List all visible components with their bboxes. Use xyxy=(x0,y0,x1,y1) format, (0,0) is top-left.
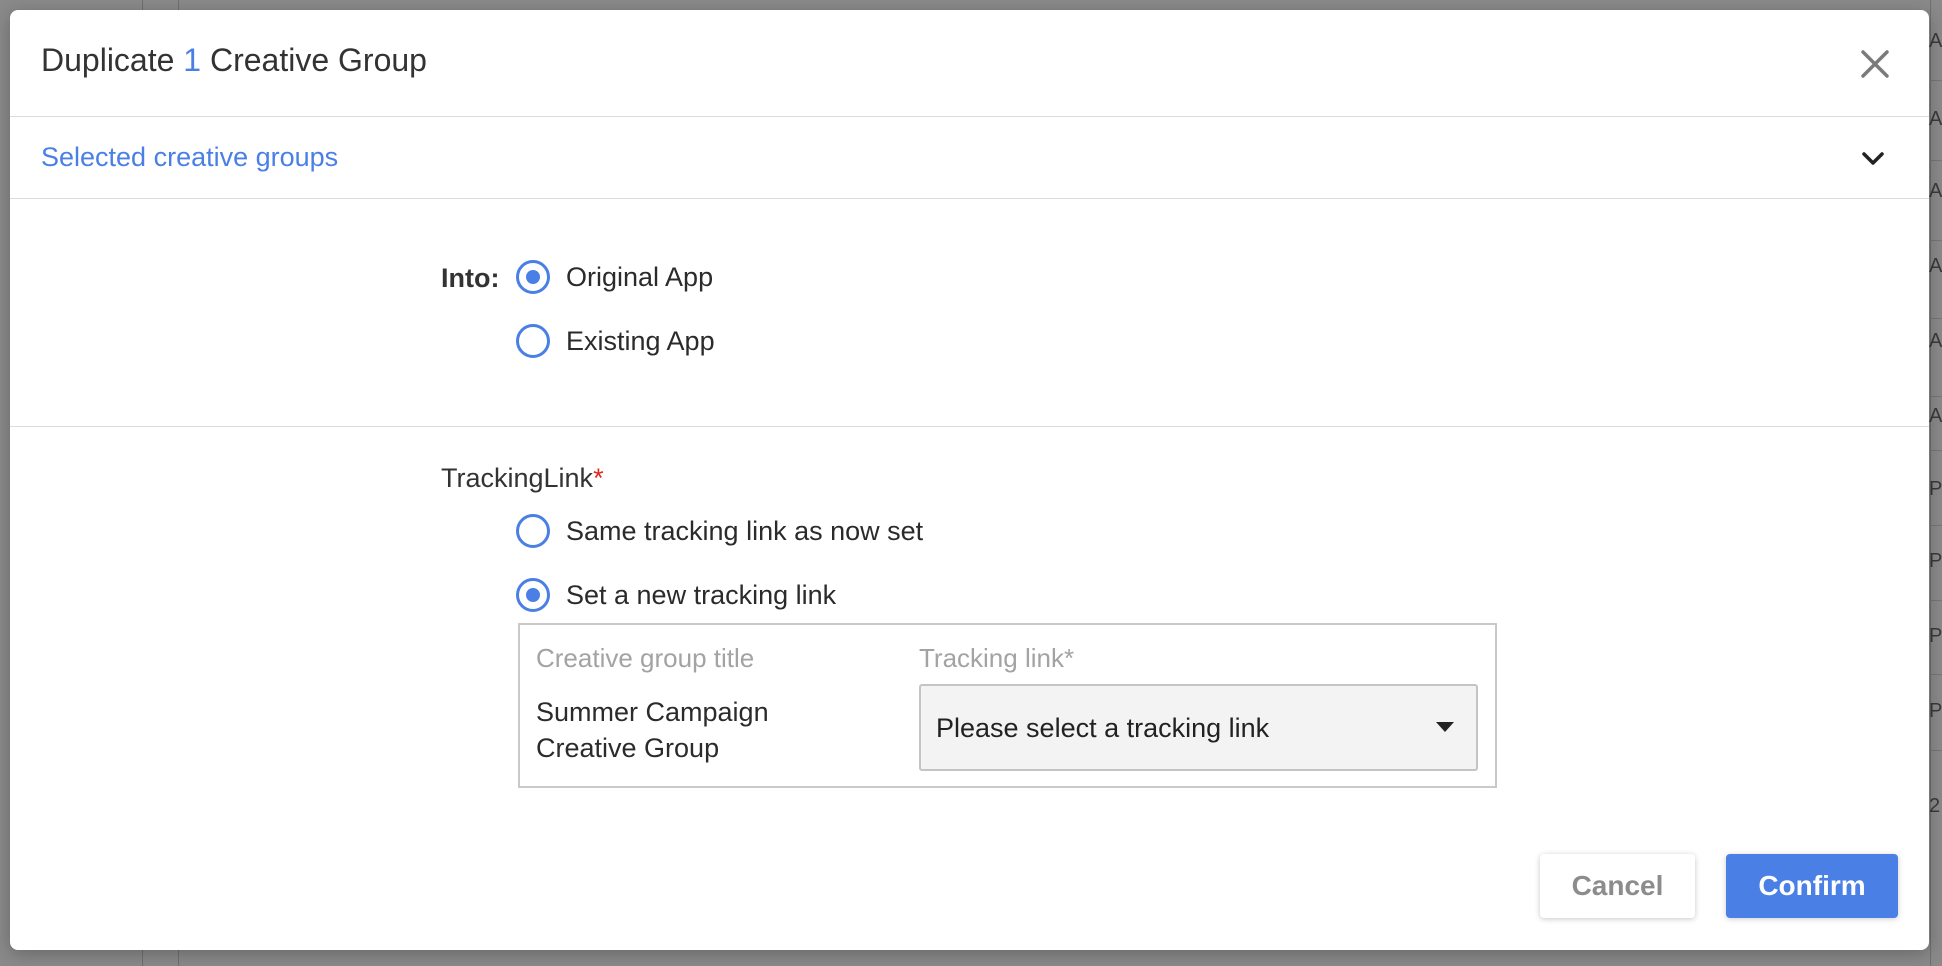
background-cell: Al xyxy=(1929,30,1942,52)
radio-label: Original App xyxy=(566,261,714,292)
background-cell: P xyxy=(1929,550,1942,572)
background-row-line xyxy=(1930,674,1942,675)
radio-existing-app[interactable]: Existing App xyxy=(516,319,715,363)
radio-button[interactable] xyxy=(516,324,550,358)
into-section: Into: Original App Existing App xyxy=(10,199,1929,427)
background-cell: A xyxy=(1929,255,1942,277)
tracking-link-select[interactable]: Please select a tracking link xyxy=(919,684,1478,771)
radio-label: Same tracking link as now set xyxy=(566,515,924,546)
tracking-link-label-text: TrackingLink xyxy=(441,463,594,493)
chevron-down-icon xyxy=(1862,152,1884,165)
background-row-line xyxy=(1930,80,1942,81)
background-row-line xyxy=(1930,160,1942,161)
background-cell: P xyxy=(1929,625,1942,647)
background-row-line xyxy=(1930,450,1942,451)
radio-new-tracking-link[interactable]: Set a new tracking link xyxy=(516,573,836,617)
caret-down-icon xyxy=(1436,722,1454,732)
dialog-header: Duplicate 1 Creative Group xyxy=(10,10,1929,117)
close-button[interactable] xyxy=(1857,46,1893,82)
into-label: Into: xyxy=(441,263,500,293)
tracking-link-select-value: Please select a tracking link xyxy=(936,713,1270,743)
background-row-line xyxy=(1930,525,1942,526)
background-row-line xyxy=(1930,600,1942,601)
background-cell: A xyxy=(1929,405,1942,427)
selected-groups-label[interactable]: Selected creative groups xyxy=(41,142,338,173)
duplicate-dialog: Duplicate 1 Creative Group Selected crea… xyxy=(10,10,1929,950)
radio-label: Set a new tracking link xyxy=(566,579,837,610)
background-cell: AI xyxy=(1929,108,1942,130)
radio-same-tracking-link[interactable]: Same tracking link as now set xyxy=(516,509,923,553)
background-row-line xyxy=(1930,318,1942,319)
expand-toggle[interactable] xyxy=(1859,145,1887,173)
tracking-link-table: Creative group title Tracking link* Summ… xyxy=(518,623,1497,788)
tracking-link-label: TrackingLink* xyxy=(441,463,604,494)
confirm-button[interactable]: Confirm xyxy=(1726,854,1898,918)
background-cell: 2 xyxy=(1929,795,1941,817)
dialog-title-count: 1 xyxy=(183,42,202,78)
radio-label: Existing App xyxy=(566,325,715,356)
background-row-line xyxy=(1930,240,1942,241)
background-row-line xyxy=(1930,750,1942,751)
dialog-title: Duplicate 1 Creative Group xyxy=(41,42,427,79)
cancel-button[interactable]: Cancel xyxy=(1540,854,1695,918)
radio-button-checked[interactable] xyxy=(516,260,550,294)
tracking-section: TrackingLink* Same tracking link as now … xyxy=(10,427,1929,847)
close-icon xyxy=(1861,50,1889,78)
background-cell: P xyxy=(1929,478,1942,500)
creative-group-title: Summer Campaign Creative Group xyxy=(536,697,769,763)
radio-original-app[interactable]: Original App xyxy=(516,255,713,299)
dialog-title-prefix: Duplicate xyxy=(41,42,175,78)
background-cell: A xyxy=(1929,180,1942,202)
dialog-title-suffix: Creative Group xyxy=(209,42,427,78)
required-mark: * xyxy=(593,463,604,493)
column-header-tracking-link: Tracking link* xyxy=(919,643,1075,673)
selected-groups-section[interactable]: Selected creative groups xyxy=(10,117,1929,199)
radio-button-checked[interactable] xyxy=(516,578,550,612)
radio-button[interactable] xyxy=(516,514,550,548)
column-header-title: Creative group title xyxy=(536,643,755,673)
background-cell: P xyxy=(1929,700,1942,722)
background-cell: Al xyxy=(1929,330,1942,352)
background-row-line xyxy=(1930,396,1942,397)
